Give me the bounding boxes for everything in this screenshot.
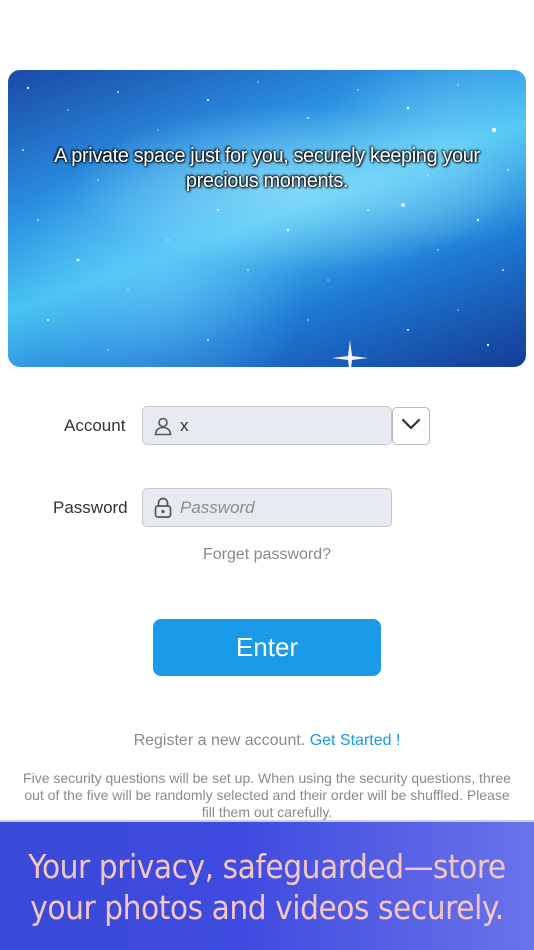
password-field[interactable] <box>142 488 392 527</box>
account-label: Account <box>64 416 126 435</box>
user-icon <box>152 415 174 437</box>
account-field[interactable]: x <box>142 406 392 445</box>
promo-banner-text: Your privacy, safeguarded—store your pho… <box>28 847 506 927</box>
forget-password-link[interactable]: Forget password? <box>0 546 534 564</box>
get-started-link[interactable]: Get Started ! <box>310 732 401 749</box>
hero-banner-image: A private space just for you, securely k… <box>8 70 526 367</box>
account-value: x <box>180 415 189 435</box>
lock-icon <box>152 497 174 519</box>
hero-tagline: A private space just for you, securely k… <box>54 145 480 192</box>
starfield-decoration <box>22 81 509 367</box>
security-questions-notice: Five security questions will be set up. … <box>23 770 511 820</box>
password-input[interactable] <box>180 497 380 518</box>
enter-button[interactable]: Enter <box>153 619 381 676</box>
chevron-down-icon <box>401 417 421 435</box>
password-label: Password <box>53 498 128 517</box>
register-prompt: Register a new account. <box>133 732 306 749</box>
promo-banner: Your privacy, safeguarded—store your pho… <box>0 820 534 950</box>
register-line: Register a new account. Get Started ! <box>0 732 534 750</box>
account-dropdown-button[interactable] <box>392 407 430 445</box>
